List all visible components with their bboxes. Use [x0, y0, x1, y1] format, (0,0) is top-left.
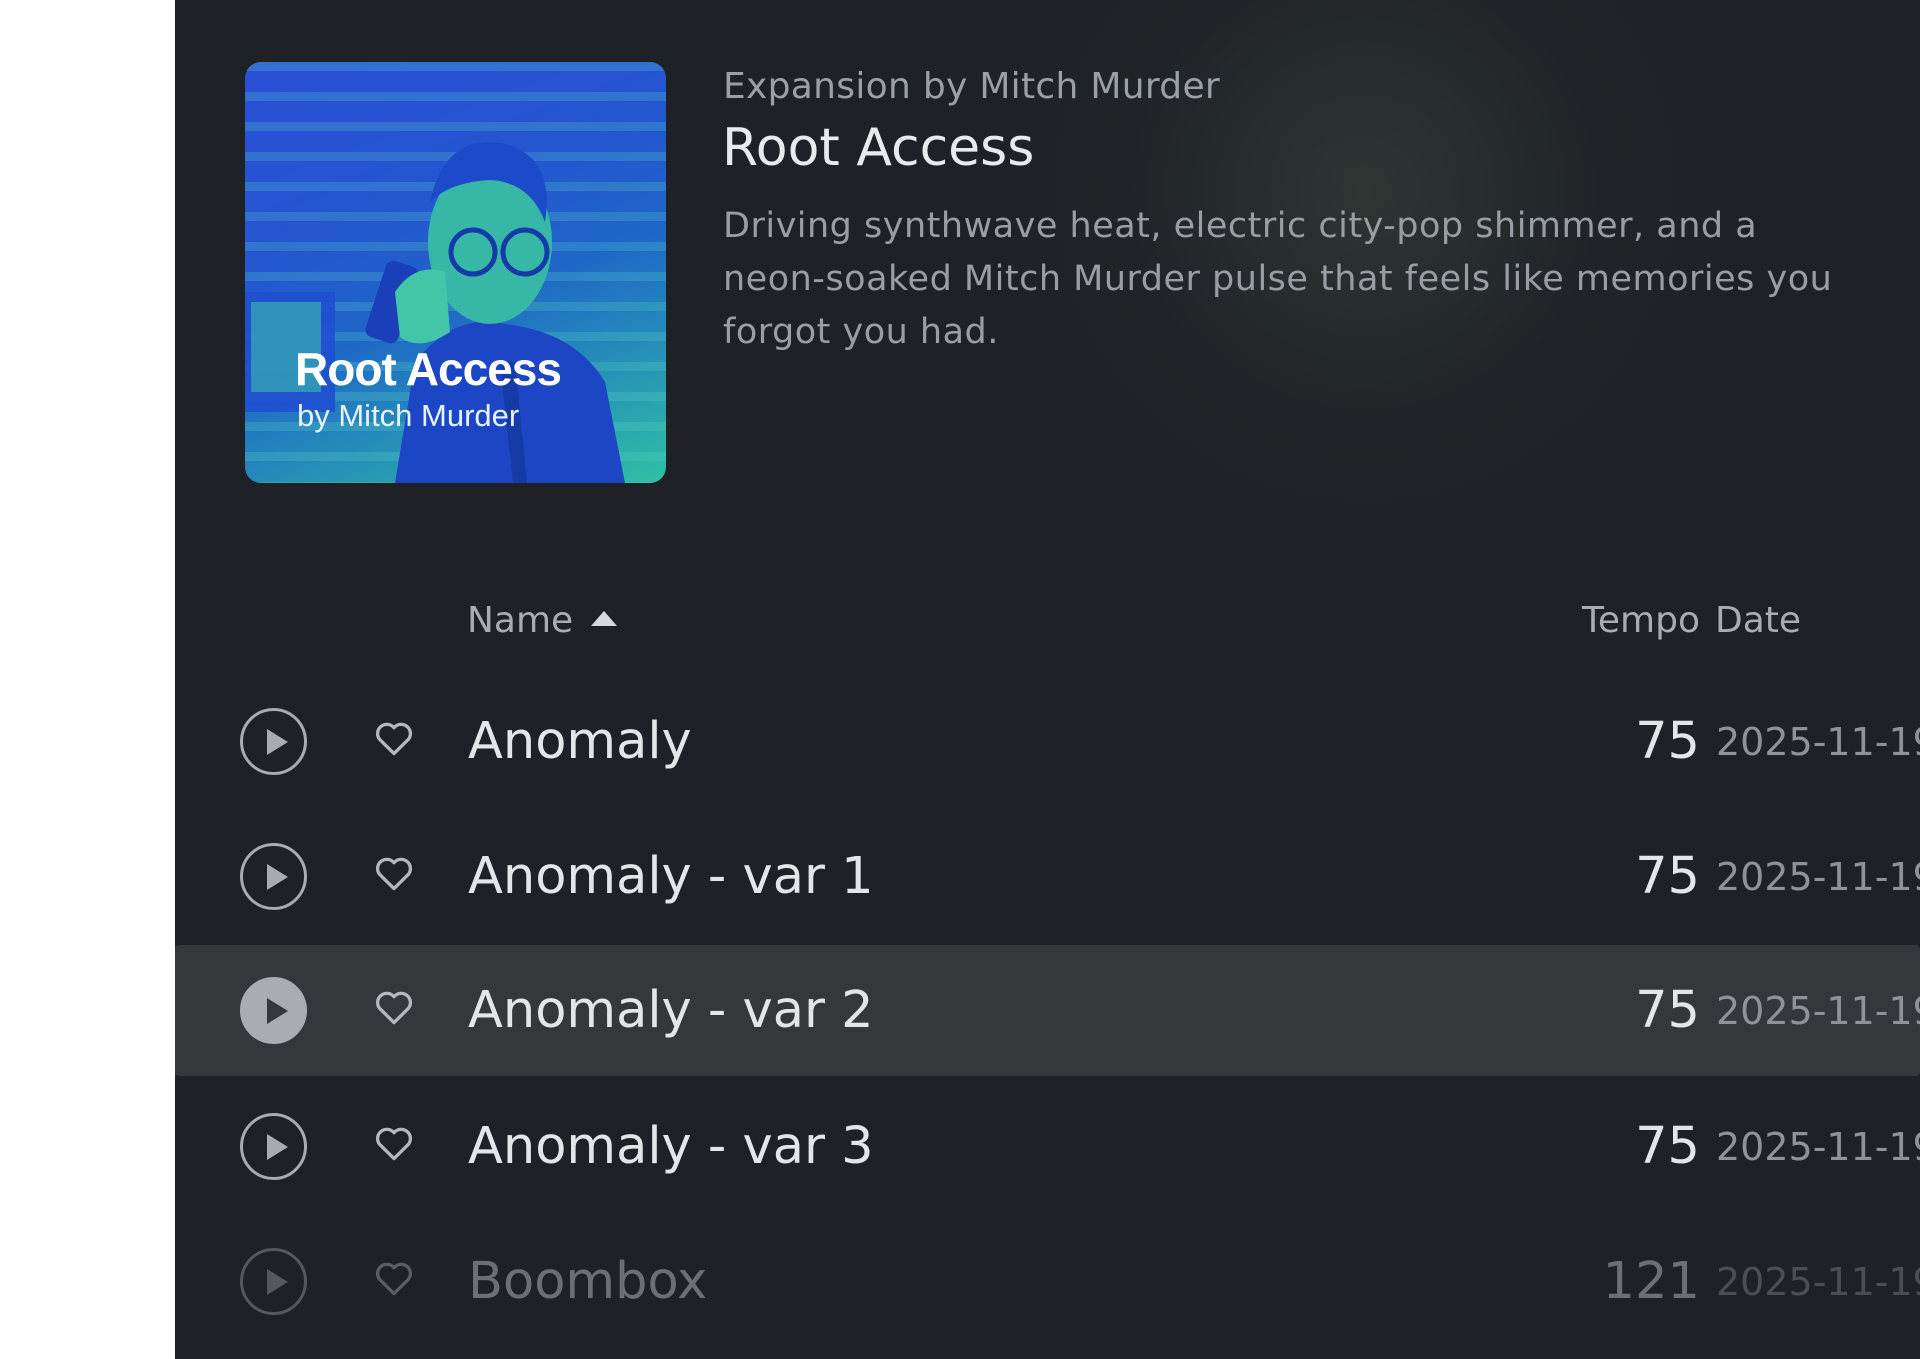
track-row[interactable]: Anomaly - var 1 75 2025-11-19	[175, 811, 1920, 942]
expansion-panel: Root Access by Mitch Murder Expansion by…	[175, 0, 1920, 1359]
track-tempo: 121	[1602, 1252, 1700, 1311]
column-header-name[interactable]: Name	[467, 600, 618, 641]
expansion-description: Driving synthwave heat, electric city-po…	[723, 206, 1833, 352]
play-icon[interactable]	[240, 843, 307, 910]
sort-ascending-icon	[591, 611, 618, 626]
play-icon[interactable]	[240, 708, 307, 775]
expansion-kicker: Expansion by Mitch Murder	[723, 66, 1220, 107]
track-tempo: 75	[1635, 712, 1700, 771]
heart-icon[interactable]	[372, 851, 416, 895]
track-name: Anomaly - var 2	[468, 981, 874, 1040]
track-date: 2025-11-19	[1716, 1125, 1920, 1169]
track-name: Anomaly - var 1	[468, 847, 874, 906]
artwork-subtitle: by Mitch Murder	[297, 398, 520, 433]
play-icon[interactable]	[240, 977, 307, 1044]
heart-icon[interactable]	[372, 1121, 416, 1165]
track-row[interactable]: Anomaly - var 3 75 2025-11-19	[175, 1081, 1920, 1212]
column-header-date[interactable]: Date	[1715, 600, 1801, 641]
track-row-selected[interactable]: Anomaly - var 2 75 2025-11-19	[175, 945, 1920, 1076]
track-date: 2025-11-19	[1716, 720, 1920, 764]
track-name: Anomaly - var 3	[468, 1117, 874, 1176]
play-icon[interactable]	[240, 1113, 307, 1180]
track-date: 2025-11-19	[1716, 855, 1920, 899]
heart-icon[interactable]	[372, 985, 416, 1029]
track-name: Boombox	[468, 1252, 708, 1311]
track-tempo: 75	[1635, 847, 1700, 906]
heart-icon[interactable]	[372, 716, 416, 760]
expansion-title: Root Access	[722, 118, 1035, 178]
track-row[interactable]: Anomaly 75 2025-11-19	[175, 676, 1920, 807]
track-name: Anomaly	[468, 712, 692, 771]
play-icon[interactable]	[240, 1248, 307, 1315]
track-date: 2025-11-19	[1716, 989, 1920, 1033]
artwork-title: Root Access	[295, 343, 562, 395]
track-tempo: 75	[1635, 1117, 1700, 1176]
column-header-name-label: Name	[467, 600, 574, 641]
column-header-tempo[interactable]: Tempo	[1582, 600, 1700, 641]
track-row[interactable]: Boombox 121 2025-11-19	[175, 1216, 1920, 1347]
expansion-artwork: Root Access by Mitch Murder	[245, 62, 666, 483]
track-tempo: 75	[1635, 981, 1700, 1040]
heart-icon[interactable]	[372, 1256, 416, 1300]
track-date: 2025-11-19	[1716, 1260, 1920, 1304]
